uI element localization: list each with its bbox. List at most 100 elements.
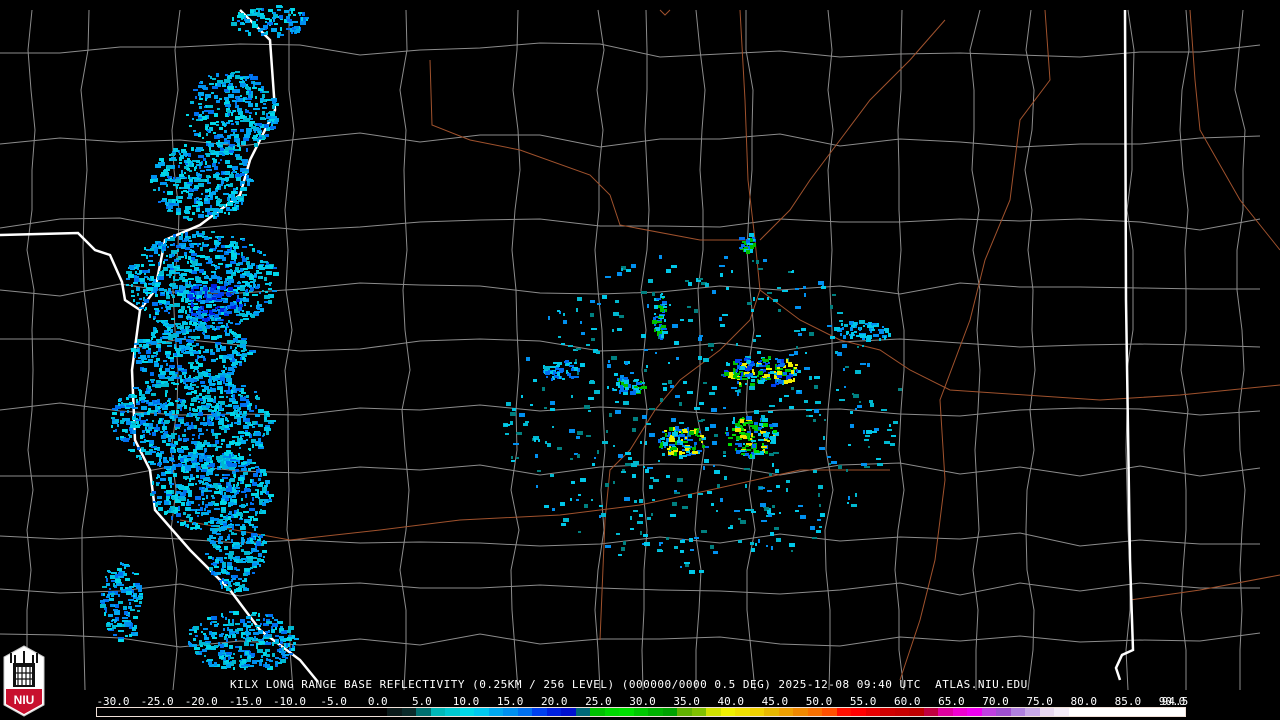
echo-pixel bbox=[176, 212, 181, 215]
legend-color-swatch bbox=[445, 708, 460, 716]
echo-pixel bbox=[887, 429, 892, 431]
echo-pixel bbox=[256, 619, 260, 621]
echo-pixel bbox=[208, 258, 212, 261]
echo-pixel bbox=[229, 354, 234, 358]
echo-pixel bbox=[214, 566, 219, 568]
echo-pixel bbox=[260, 98, 264, 101]
echo-pixel bbox=[241, 187, 247, 191]
echo-pixel bbox=[753, 372, 755, 375]
echo-pixel bbox=[211, 495, 214, 497]
echo-pixel bbox=[860, 334, 866, 338]
echo-pixel bbox=[195, 96, 197, 99]
echo-pixel bbox=[178, 165, 180, 168]
echo-pixel bbox=[576, 308, 578, 312]
echo-pixel bbox=[793, 378, 795, 382]
legend-color-swatch bbox=[314, 708, 329, 716]
echo-pixel bbox=[766, 545, 768, 547]
echo-pixel bbox=[223, 523, 227, 526]
echo-pixel bbox=[235, 202, 239, 204]
echo-pixel bbox=[264, 420, 270, 422]
echo-pixel bbox=[166, 342, 172, 344]
echo-pixel bbox=[234, 422, 240, 424]
echo-pixel bbox=[122, 429, 127, 432]
legend-color-swatch bbox=[546, 708, 561, 716]
echo-pixel bbox=[684, 446, 690, 448]
echo-pixel bbox=[210, 352, 215, 355]
echo-pixel bbox=[591, 328, 597, 330]
echo-pixel bbox=[113, 583, 115, 587]
echo-pixel bbox=[188, 387, 194, 390]
echo-pixel bbox=[286, 28, 290, 30]
echo-pixel bbox=[623, 392, 628, 395]
highway-line bbox=[599, 9, 761, 641]
echo-pixel bbox=[741, 372, 743, 376]
echo-pixel bbox=[205, 477, 210, 480]
echo-pixel bbox=[754, 450, 759, 453]
echo-pixel bbox=[200, 346, 204, 349]
echo-pixel bbox=[128, 606, 132, 609]
echo-pixel bbox=[233, 653, 235, 655]
echo-pixel bbox=[647, 304, 649, 308]
echo-pixel bbox=[104, 612, 106, 616]
legend-color-swatch bbox=[1025, 708, 1040, 716]
echo-pixel bbox=[236, 484, 238, 487]
echo-pixel bbox=[151, 278, 154, 281]
echo-pixel bbox=[143, 434, 145, 438]
echo-pixel bbox=[205, 553, 209, 555]
echo-pixel bbox=[732, 421, 735, 424]
echo-pixel bbox=[146, 388, 148, 391]
echo-pixel bbox=[181, 306, 185, 310]
echo-pixel bbox=[201, 631, 203, 633]
echo-pixel bbox=[553, 362, 557, 364]
echo-pixel bbox=[158, 262, 160, 266]
legend-color-swatch bbox=[488, 708, 503, 716]
echo-pixel bbox=[821, 286, 826, 289]
echo-pixel bbox=[226, 652, 232, 655]
echo-pixel bbox=[647, 467, 653, 469]
echo-pixel bbox=[830, 305, 833, 309]
echo-pixel bbox=[166, 292, 169, 295]
echo-pixel bbox=[739, 237, 745, 240]
echo-pixel bbox=[606, 430, 608, 433]
echo-pixel bbox=[778, 380, 783, 384]
echo-pixel bbox=[141, 264, 144, 267]
echo-pixel bbox=[235, 102, 237, 106]
echo-pixel bbox=[662, 383, 667, 385]
echo-pixel bbox=[605, 545, 611, 548]
echo-pixel bbox=[179, 153, 181, 155]
echo-pixel bbox=[704, 459, 709, 463]
echo-pixel bbox=[687, 427, 689, 431]
echo-pixel bbox=[255, 494, 259, 498]
echo-pixel bbox=[659, 446, 663, 448]
echo-pixel bbox=[219, 408, 223, 410]
echo-pixel bbox=[220, 644, 224, 648]
echo-pixel bbox=[675, 441, 677, 445]
echo-pixel bbox=[158, 201, 161, 203]
echo-pixel bbox=[654, 305, 658, 309]
echo-pixel bbox=[175, 179, 181, 183]
echo-pixel bbox=[634, 500, 637, 503]
echo-pixel bbox=[147, 413, 150, 415]
echo-pixel bbox=[756, 335, 761, 337]
echo-pixel bbox=[563, 518, 569, 522]
echo-pixel bbox=[186, 415, 189, 417]
echo-pixel bbox=[144, 276, 148, 278]
legend-color-swatch bbox=[1112, 708, 1127, 716]
echo-pixel bbox=[597, 450, 599, 454]
echo-pixel bbox=[184, 386, 188, 389]
echo-pixel bbox=[719, 317, 722, 321]
echo-pixel bbox=[161, 320, 165, 323]
echo-pixel bbox=[189, 269, 192, 273]
echo-pixel bbox=[131, 623, 133, 627]
echo-pixel bbox=[288, 14, 291, 16]
echo-pixel bbox=[187, 182, 193, 184]
echo-pixel bbox=[253, 518, 258, 521]
echo-pixel bbox=[242, 310, 244, 312]
echo-pixel bbox=[118, 601, 123, 604]
echo-pixel bbox=[170, 449, 174, 453]
echo-pixel bbox=[617, 378, 619, 381]
echo-pixel bbox=[192, 118, 194, 120]
echo-pixel bbox=[230, 412, 235, 416]
echo-pixel bbox=[255, 405, 257, 409]
echo-pixel bbox=[234, 589, 236, 593]
